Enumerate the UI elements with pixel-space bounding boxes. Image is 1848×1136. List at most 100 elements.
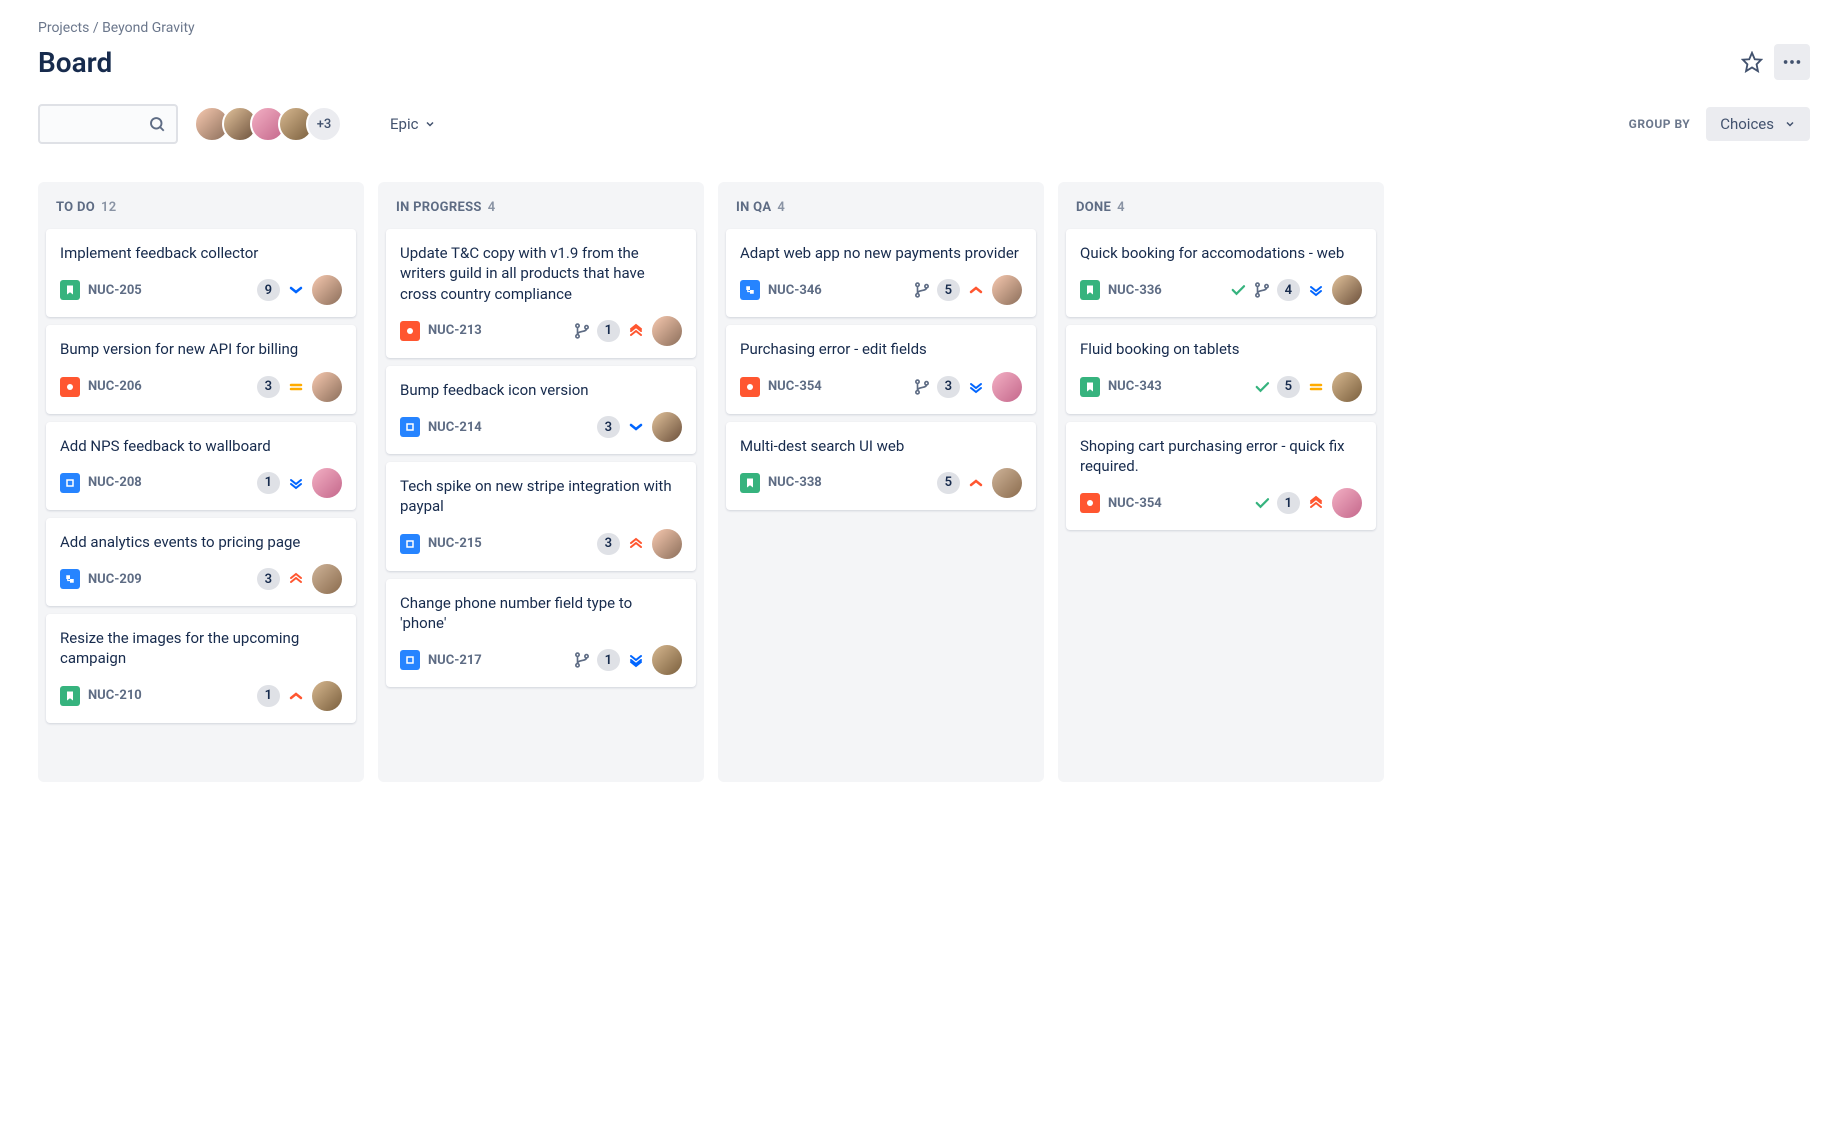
- story-points-badge: 3: [597, 416, 620, 438]
- column-header: TO DO12: [46, 190, 356, 221]
- issue-card[interactable]: Tech spike on new stripe integration wit…: [386, 462, 696, 571]
- star-icon: [1741, 51, 1763, 73]
- done-check-icon: [1229, 281, 1247, 299]
- issue-card[interactable]: Add NPS feedback to wallboard NUC-208 1: [46, 422, 356, 510]
- issue-type-icon: [60, 569, 80, 589]
- issue-type-icon: [1080, 493, 1100, 513]
- story-points-badge: 1: [257, 472, 280, 494]
- priority-icon: [626, 418, 646, 436]
- issue-card[interactable]: Change phone number field type to 'phone…: [386, 579, 696, 688]
- issue-key: NUC-346: [768, 283, 822, 298]
- issue-type-icon: [1080, 280, 1100, 300]
- branch-icon: [573, 322, 591, 340]
- issue-card[interactable]: Implement feedback collectorNUC-2059: [46, 229, 356, 317]
- star-button[interactable]: [1734, 44, 1770, 80]
- issue-type-icon: [60, 377, 80, 397]
- card-title: Shoping cart purchasing error - quick fi…: [1080, 436, 1362, 477]
- kanban-board: TO DO12 Implement feedback collectorNUC-2…: [38, 182, 1810, 782]
- card-title: Adapt web app no new payments provider: [740, 243, 1022, 263]
- done-check-icon: [1253, 494, 1271, 512]
- story-points-badge: 5: [1277, 376, 1300, 398]
- issue-key: NUC-336: [1108, 283, 1162, 298]
- issue-card[interactable]: Add analytics events to pricing pageNUC-…: [46, 518, 356, 606]
- assignee-avatar[interactable]: [312, 564, 342, 594]
- issue-card[interactable]: Bump version for new API for billing NUC-…: [46, 325, 356, 413]
- issue-type-icon: [60, 686, 80, 706]
- card-title: Change phone number field type to 'phone…: [400, 593, 682, 634]
- issue-card[interactable]: Update T&C copy with v1.9 from the write…: [386, 229, 696, 358]
- issue-key: NUC-217: [428, 653, 482, 668]
- issue-card[interactable]: Quick booking for accomodations - webNUC…: [1066, 229, 1376, 317]
- issue-card[interactable]: Fluid booking on tabletsNUC-3435: [1066, 325, 1376, 413]
- avatar-stack[interactable]: +3: [194, 106, 342, 142]
- issue-key: NUC-354: [768, 379, 822, 394]
- branch-icon: [913, 378, 931, 396]
- issue-type-icon: [60, 280, 80, 300]
- branch-icon: [1253, 281, 1271, 299]
- card-title: Resize the images for the upcoming campa…: [60, 628, 342, 669]
- assignee-avatar[interactable]: [652, 529, 682, 559]
- issue-card[interactable]: Shoping cart purchasing error - quick fi…: [1066, 422, 1376, 531]
- search-input[interactable]: [38, 104, 178, 144]
- board-column: IN PROGRESS4Update T&C copy with v1.9 fr…: [378, 182, 704, 782]
- card-title: Bump version for new API for billing: [60, 339, 342, 359]
- priority-icon: [286, 687, 306, 705]
- priority-icon: [286, 378, 306, 396]
- issue-card[interactable]: Adapt web app no new payments provider NU…: [726, 229, 1036, 317]
- assignee-avatar[interactable]: [1332, 275, 1362, 305]
- assignee-avatar[interactable]: [312, 468, 342, 498]
- story-points-badge: 4: [1277, 279, 1300, 301]
- issue-card[interactable]: Bump feedback icon versionNUC-2143: [386, 366, 696, 454]
- issue-type-icon: [400, 321, 420, 341]
- board-column: TO DO12 Implement feedback collectorNUC-2…: [38, 182, 364, 782]
- issue-key: NUC-205: [88, 283, 142, 298]
- avatar-overflow[interactable]: +3: [306, 106, 342, 142]
- assignee-avatar[interactable]: [1332, 488, 1362, 518]
- issue-type-icon: [740, 473, 760, 493]
- issue-type-icon: [60, 473, 80, 493]
- story-points-badge: 3: [597, 533, 620, 555]
- page-title: Board: [38, 46, 112, 79]
- breadcrumb-project[interactable]: Beyond Gravity: [102, 20, 195, 36]
- priority-icon: [1306, 494, 1326, 512]
- issue-key: NUC-354: [1108, 496, 1162, 511]
- breadcrumb: Projects / Beyond Gravity: [38, 20, 1810, 36]
- more-actions-button[interactable]: [1774, 44, 1810, 80]
- issue-key: NUC-208: [88, 475, 142, 490]
- card-title: Add analytics events to pricing page: [60, 532, 342, 552]
- issue-card[interactable]: Resize the images for the upcoming campa…: [46, 614, 356, 723]
- story-points-badge: 5: [937, 279, 960, 301]
- card-title: Fluid booking on tablets: [1080, 339, 1362, 359]
- card-title: Add NPS feedback to wallboard: [60, 436, 342, 456]
- done-check-icon: [1253, 378, 1271, 396]
- issue-key: NUC-206: [88, 379, 142, 394]
- card-title: Purchasing error - edit fields: [740, 339, 1022, 359]
- assignee-avatar[interactable]: [992, 275, 1022, 305]
- issue-card[interactable]: Purchasing error - edit fieldsNUC-3543: [726, 325, 1036, 413]
- priority-icon: [626, 535, 646, 553]
- assignee-avatar[interactable]: [992, 372, 1022, 402]
- story-points-badge: 1: [597, 320, 620, 342]
- assignee-avatar[interactable]: [1332, 372, 1362, 402]
- issue-key: NUC-338: [768, 475, 822, 490]
- assignee-avatar[interactable]: [312, 681, 342, 711]
- assignee-avatar[interactable]: [312, 372, 342, 402]
- assignee-avatar[interactable]: [312, 275, 342, 305]
- assignee-avatar[interactable]: [992, 468, 1022, 498]
- priority-icon: [626, 651, 646, 669]
- issue-type-icon: [1080, 377, 1100, 397]
- breadcrumb-projects[interactable]: Projects: [38, 20, 89, 36]
- assignee-avatar[interactable]: [652, 645, 682, 675]
- issue-card[interactable]: Multi-dest search UI webNUC-3385: [726, 422, 1036, 510]
- story-points-badge: 1: [1277, 492, 1300, 514]
- epic-filter[interactable]: Epic: [378, 107, 448, 141]
- column-header: DONE4: [1066, 190, 1376, 221]
- priority-icon: [966, 378, 986, 396]
- issue-type-icon: [740, 280, 760, 300]
- assignee-avatar[interactable]: [652, 412, 682, 442]
- chevron-down-icon: [1784, 118, 1796, 130]
- branch-icon: [573, 651, 591, 669]
- assignee-avatar[interactable]: [652, 316, 682, 346]
- group-by-select[interactable]: Choices: [1706, 107, 1810, 141]
- priority-icon: [1306, 281, 1326, 299]
